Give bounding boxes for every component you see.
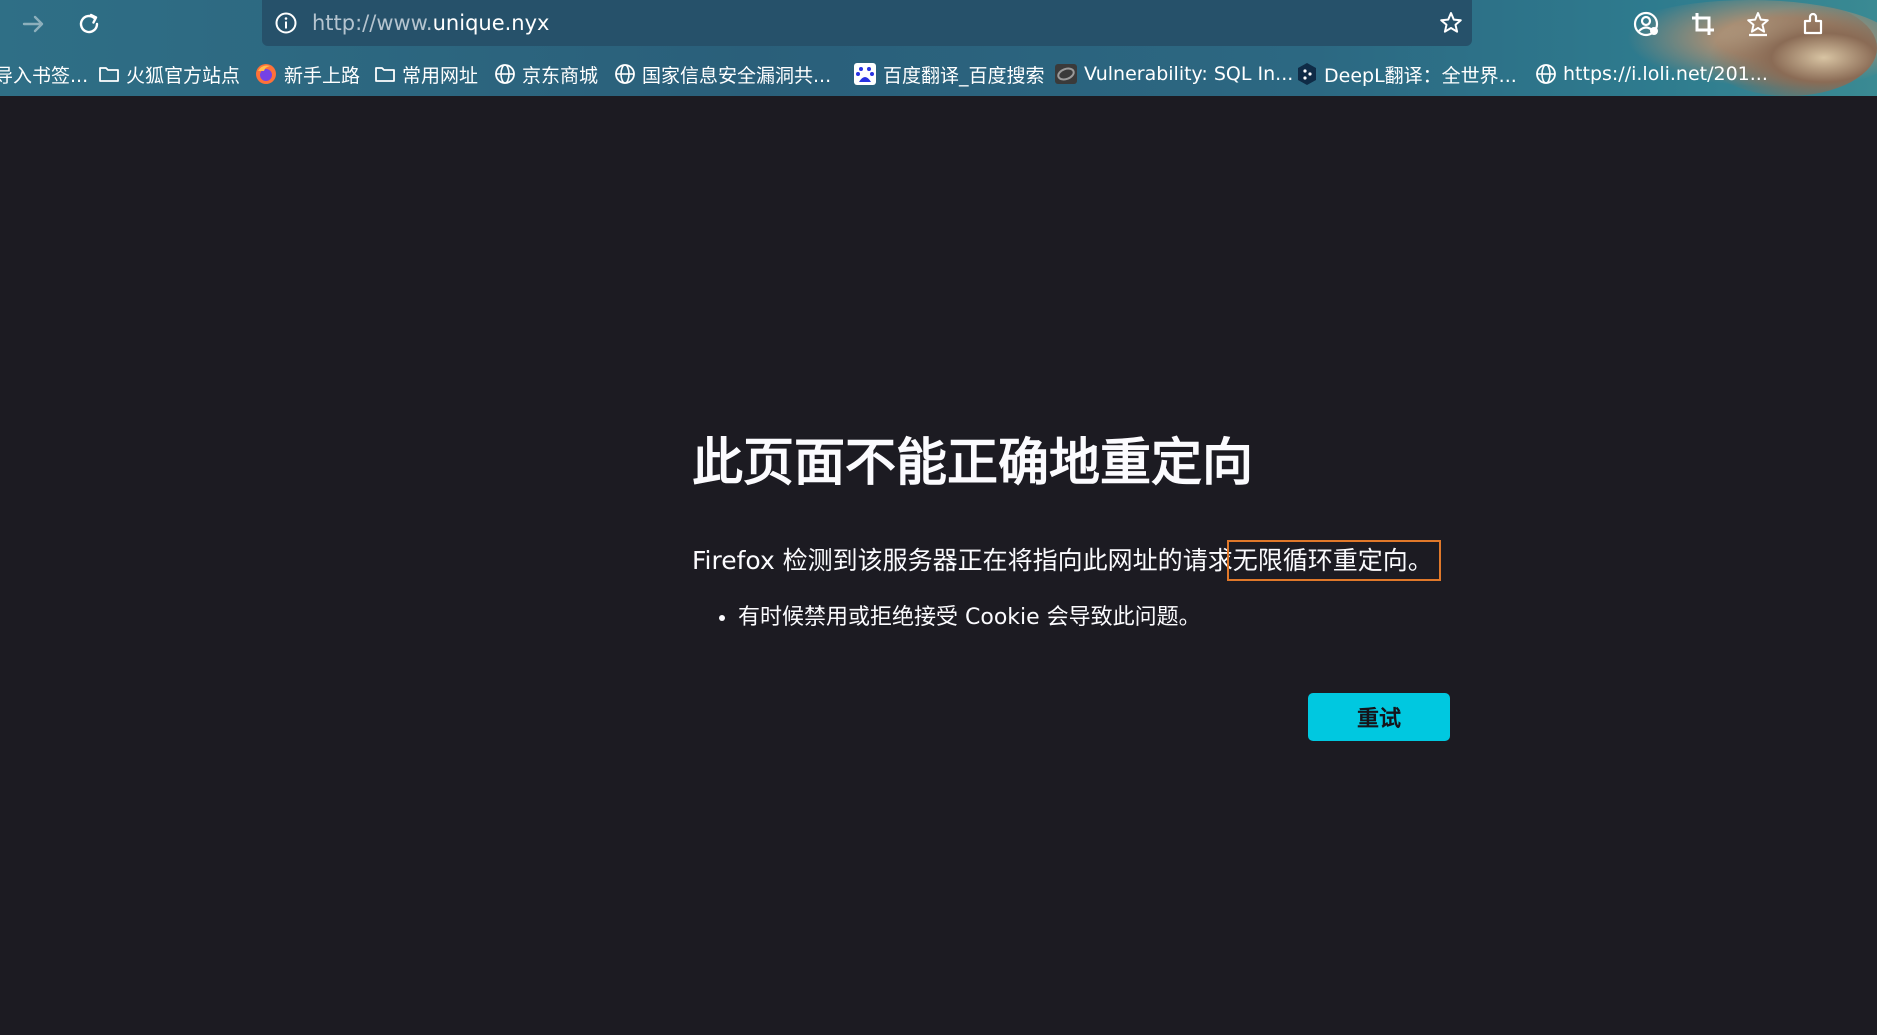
navigation-toolbar: http://www.unique.nyx (0, 0, 1877, 48)
browser-chrome: http://www.unique.nyx 导入书签... 火狐官方站点 新手上… (0, 0, 1877, 96)
retry-button[interactable]: 重试 (1308, 693, 1450, 741)
error-title: 此页面不能正确地重定向 (692, 434, 1254, 493)
globe-icon (495, 64, 515, 84)
globe-icon (1536, 64, 1556, 84)
screenshot-icon[interactable] (1688, 9, 1718, 39)
globe-icon (615, 64, 635, 84)
folder-icon (99, 67, 119, 82)
account-icon[interactable] (1631, 9, 1661, 39)
bookmark-label: 火狐官方站点 (126, 64, 241, 87)
bookmark-dvwa[interactable]: Vulnerability: SQL In... (1054, 56, 1293, 92)
error-description-highlight: 无限循环重定向。 (1226, 540, 1441, 581)
url-prefix: http://www. (312, 11, 433, 35)
bookmark-firefox-official[interactable]: 火狐官方站点 (98, 56, 240, 92)
extensions-icon[interactable] (1799, 9, 1829, 39)
bookmark-label: 百度翻译_百度搜索 (883, 64, 1045, 87)
bookmark-import[interactable]: 导入书签... (0, 56, 88, 92)
folder-icon (375, 67, 395, 82)
bookmark-label: 京东商城 (522, 64, 599, 87)
deepl-icon (1298, 63, 1316, 85)
error-suggestions: 有时候禁用或拒绝接受 Cookie 会导致此问题。 (692, 603, 1201, 633)
error-description: Firefox 检测到该服务器正在将指向此网址的请求无限循环重定向。 (692, 540, 1441, 581)
bookmark-label: 新手上路 (284, 64, 361, 87)
url-bar[interactable]: http://www.unique.nyx (262, 0, 1472, 46)
dvwa-icon (1055, 64, 1077, 84)
forward-icon (22, 15, 44, 33)
reload-button[interactable] (71, 6, 107, 42)
bookmark-cnnvd[interactable]: 国家信息安全漏洞共... (614, 56, 831, 92)
bookmark-label: DeepL翻译：全世界... (1324, 64, 1517, 87)
star-icon[interactable] (1438, 10, 1464, 36)
info-icon[interactable] (274, 11, 298, 35)
bookmark-getting-started[interactable]: 新手上路 (254, 56, 360, 92)
bookmark-label: 国家信息安全漏洞共... (642, 64, 832, 87)
bookmark-baidu-translate[interactable]: 百度翻译_百度搜索 (853, 56, 1045, 92)
bookmark-label: 常用网址 (402, 64, 479, 87)
bookmark-loli-net[interactable]: https://i.loli.net/201... (1535, 56, 1768, 92)
bookmarks-toolbar: 导入书签... 火狐官方站点 新手上路 常用网址 京东商城 国家信息安全漏洞共.… (0, 56, 1877, 92)
bookmark-deepl[interactable]: DeepL翻译：全世界... (1296, 56, 1517, 92)
url-text[interactable]: http://www.unique.nyx (312, 11, 549, 35)
bookmark-icon[interactable] (1743, 9, 1773, 39)
error-suggestion-item: 有时候禁用或拒绝接受 Cookie 会导致此问题。 (738, 603, 1201, 633)
forward-button[interactable] (16, 6, 52, 42)
firefox-icon (256, 64, 276, 84)
error-description-text: Firefox 检测到该服务器正在将指向此网址的请求 (692, 546, 1233, 575)
bookmark-label: Vulnerability: SQL In... (1084, 63, 1294, 85)
bookmark-common-sites[interactable]: 常用网址 (374, 56, 478, 92)
url-domain: unique.nyx (432, 11, 550, 35)
bookmark-jd[interactable]: 京东商城 (494, 56, 598, 92)
baidu-icon (854, 63, 876, 85)
bookmark-label: 导入书签... (0, 64, 89, 87)
bookmark-label: https://i.loli.net/201... (1563, 63, 1768, 85)
reload-icon (79, 13, 99, 34)
